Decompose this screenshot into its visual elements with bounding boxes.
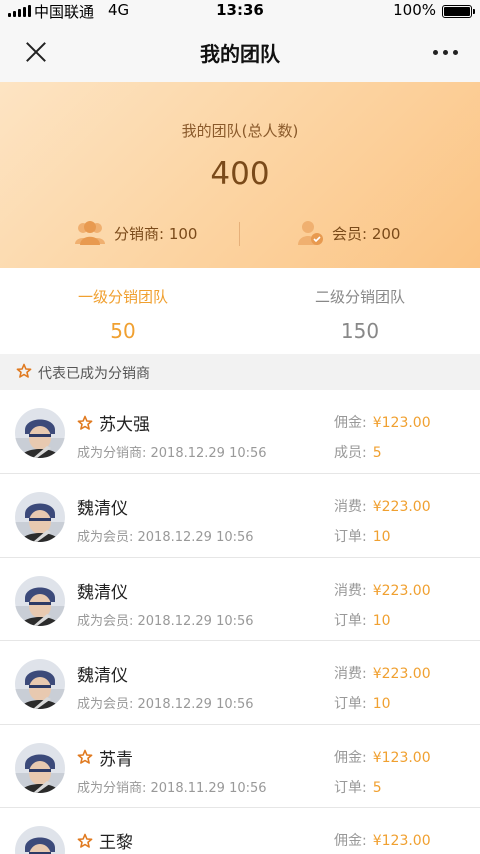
metric-value: 10: [372, 696, 391, 712]
status-bar: 中国联通 4G 13:36 100%: [0, 0, 480, 22]
name-row: 魏清仪: [77, 661, 128, 686]
name-row: 苏青: [77, 745, 133, 770]
tab-level-one[interactable]: 一级分销团队 50: [3, 286, 243, 343]
metric-label: 佣金:: [334, 833, 367, 849]
metric-value: ¥223.00: [372, 499, 431, 515]
tab-count: 50: [110, 319, 136, 343]
metric-secondary: 订单: 10: [334, 610, 391, 630]
member-name: 魏清仪: [77, 666, 128, 686]
metric-label: 订单:: [334, 612, 367, 629]
metric-label: 佣金:: [334, 749, 367, 766]
tab-count: 150: [340, 319, 380, 343]
metric-secondary: 成员: 5: [334, 442, 382, 462]
legend-label: 代表已成为分销商: [38, 366, 150, 382]
star-icon: [77, 415, 93, 430]
metric-label: 消费:: [334, 499, 367, 515]
metric-value: ¥123.00: [372, 749, 431, 766]
more-icon[interactable]: [433, 50, 458, 55]
avatar: [15, 492, 65, 542]
metric-label: 订单:: [334, 529, 367, 545]
name-row: 王黎: [77, 828, 133, 853]
distributor-count: 分销商: 100: [114, 224, 198, 243]
avatar: [15, 408, 65, 458]
list-item[interactable]: 魏清仪 成为会员: 2018.12.29 10:56 消费: ¥223.00 订单…: [0, 474, 480, 558]
nav-bar: 我的团队: [0, 22, 480, 82]
metric-value: 5: [372, 779, 382, 796]
member-name: 王黎: [99, 833, 133, 853]
list-item[interactable]: 王黎 佣金: ¥123.00: [0, 808, 480, 854]
metric-primary: 佣金: ¥123.00: [334, 747, 431, 767]
join-info: 成为分销商: 2018.11.29 10:56: [77, 780, 267, 796]
banner-divider: [239, 222, 240, 246]
member-name: 魏清仪: [77, 499, 128, 519]
name-row: 苏大强: [77, 410, 150, 435]
metric-primary: 佣金: ¥123.00: [334, 830, 431, 850]
metric-label: 订单:: [334, 779, 367, 796]
metric-value: ¥223.00: [372, 582, 431, 599]
metric-value: ¥223.00: [372, 666, 431, 682]
tab-label: 一级分销团队: [77, 288, 168, 306]
join-info: 成为分销商: 2018.12.29 10:56: [77, 446, 267, 461]
legend-bar: 代表已成为分销商: [0, 354, 480, 390]
avatar: [15, 742, 65, 793]
metric-label: 消费:: [334, 666, 367, 682]
metric-secondary: 订单: 10: [334, 693, 391, 713]
battery-percent: 100%: [393, 1, 436, 19]
group-icon: [75, 221, 105, 245]
list-item[interactable]: 苏大强 成为分销商: 2018.12.29 10:56 佣金: ¥123.00 成…: [0, 390, 480, 474]
metric-primary: 消费: ¥223.00: [334, 663, 431, 683]
star-icon: [77, 833, 93, 848]
list-item[interactable]: 苏青 成为分销商: 2018.11.29 10:56 佣金: ¥123.00 订单…: [0, 724, 480, 808]
list-item[interactable]: 魏清仪 成为会员: 2018.12.29 10:56 消费: ¥223.00 订单…: [0, 641, 480, 725]
member-name: 苏大强: [99, 415, 150, 435]
metric-value: 5: [372, 445, 382, 461]
name-row: 魏清仪: [77, 578, 128, 603]
star-icon: [16, 363, 32, 378]
tab-label: 二级分销团队: [314, 288, 405, 306]
join-info: 成为会员: 2018.12.29 10:56: [77, 613, 254, 629]
metric-value: ¥123.00: [372, 833, 431, 849]
team-summary-banner: 我的团队(总人数) 400 分销商: 100 会员: 200: [0, 82, 480, 268]
metric-label: 成员:: [334, 445, 367, 461]
member-list: 苏大强 成为分销商: 2018.12.29 10:56 佣金: ¥123.00 成…: [0, 390, 480, 854]
team-level-tabs: 一级分销团队 50 二级分销团队 150: [0, 268, 480, 354]
metric-value: 10: [372, 612, 391, 629]
team-total-count: 400: [210, 156, 270, 192]
star-icon: [77, 749, 93, 764]
join-info: 成为会员: 2018.12.29 10:56: [77, 530, 254, 545]
distributor-stat: 分销商: 100: [74, 220, 197, 246]
metric-label: 订单:: [334, 696, 367, 712]
tab-level-two[interactable]: 二级分销团队 150: [240, 286, 480, 343]
name-row: 魏清仪: [77, 494, 128, 519]
metric-value: 10: [372, 529, 391, 545]
banner-title: 我的团队(总人数): [181, 122, 299, 140]
member-icon: [298, 221, 323, 245]
list-item[interactable]: 魏清仪 成为会员: 2018.12.29 10:56 消费: ¥223.00 订单…: [0, 557, 480, 641]
metric-primary: 消费: ¥223.00: [334, 580, 431, 600]
metric-primary: 消费: ¥223.00: [334, 496, 431, 516]
member-name: 苏青: [99, 749, 133, 770]
member-count: 会员: 200: [332, 224, 401, 243]
metric-primary: 佣金: ¥123.00: [334, 412, 431, 432]
join-info: 成为会员: 2018.12.29 10:56: [77, 697, 254, 712]
metric-secondary: 订单: 5: [334, 777, 382, 797]
metric-label: 消费:: [334, 582, 367, 599]
avatar: [15, 659, 65, 709]
metric-value: ¥123.00: [372, 415, 431, 431]
metric-secondary: 订单: 10: [334, 526, 391, 546]
member-stat: 会员: 200: [298, 220, 400, 246]
member-name: 魏清仪: [77, 582, 128, 603]
avatar: [15, 575, 65, 626]
metric-label: 佣金:: [334, 415, 367, 431]
page-title: 我的团队: [200, 42, 280, 66]
avatar: [15, 826, 65, 854]
battery-icon: [442, 5, 475, 18]
